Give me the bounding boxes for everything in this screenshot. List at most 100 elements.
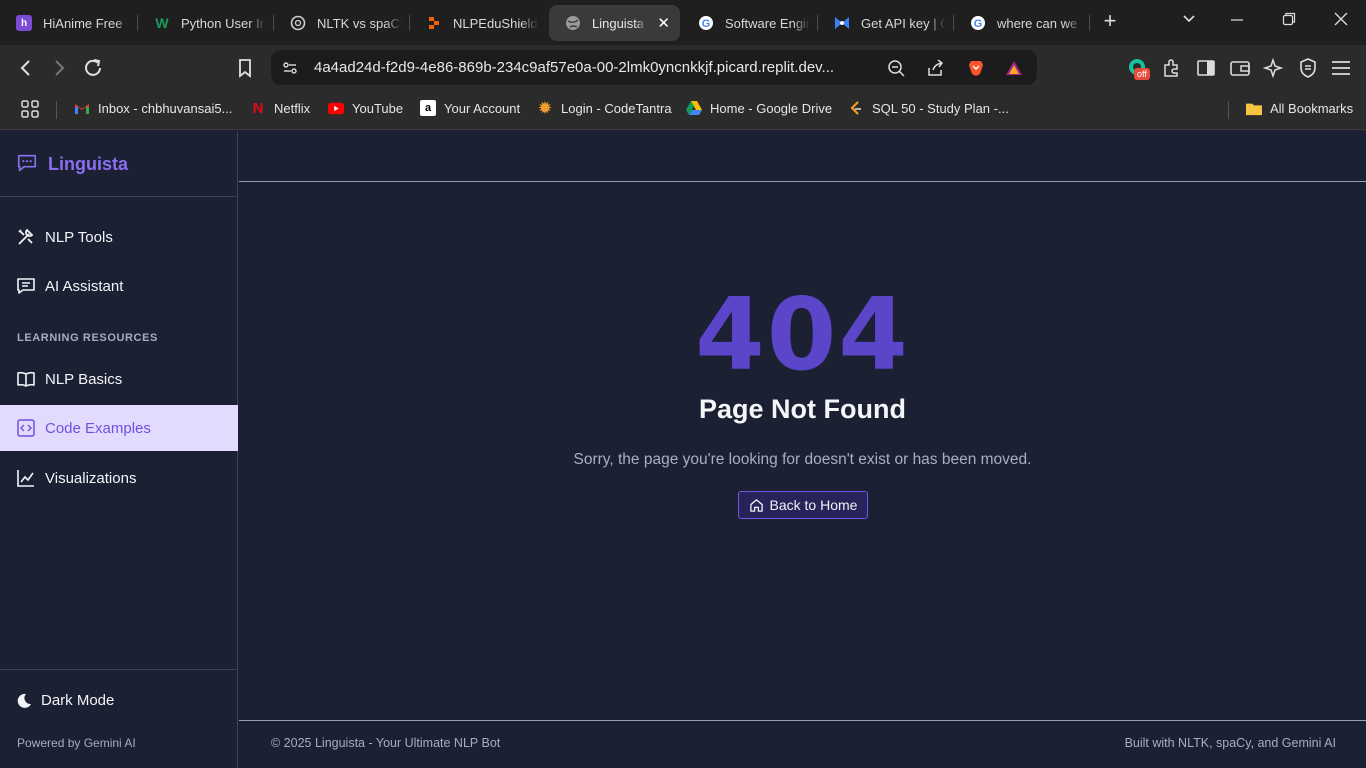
tab-search-icon[interactable] — [1182, 12, 1196, 29]
url-text[interactable]: 4a4ad24d-f2d9-4e86-869b-234c9af57e0a-00-… — [314, 59, 834, 76]
gmail-icon — [74, 100, 90, 116]
book-icon — [17, 371, 35, 387]
section-label: LEARNING RESOURCES — [17, 332, 158, 344]
bookmark-label: Inbox - chbhuvansai5... — [98, 100, 233, 116]
leo-ai-icon[interactable] — [1262, 57, 1285, 79]
chart-line-icon — [17, 470, 34, 487]
wallet-icon[interactable] — [1229, 57, 1251, 79]
bookmark-item[interactable]: ✹ Login - CodeTantra — [537, 100, 672, 117]
amazon-icon: a — [420, 100, 436, 116]
app-footer: © 2025 Linguista - Your Ultimate NLP Bot… — [239, 720, 1366, 768]
grammarly-extension-icon[interactable]: off — [1127, 57, 1150, 80]
bookmark-item[interactable]: Inbox - chbhuvansai5... — [74, 100, 232, 116]
apps-grid-icon[interactable] — [20, 99, 40, 119]
bookmark-label: Login - CodeTantra — [561, 100, 672, 116]
browser-tab-strip: h HiAnime Free W Python User In NLTK vs … — [0, 0, 1366, 45]
site-info-icon[interactable] — [281, 59, 299, 77]
bookmark-label: SQL 50 - Study Plan -... — [872, 100, 1009, 116]
tab-title: Linguista — [592, 15, 645, 31]
powered-by-text: Powered by Gemini AI — [17, 736, 136, 750]
app-logo[interactable]: Linguista — [0, 131, 238, 197]
brave-rewards-icon[interactable] — [1005, 59, 1023, 77]
tab-title: Python User In — [181, 15, 266, 31]
browser-tab[interactable]: G Software Engin — [682, 5, 818, 41]
browser-tab[interactable]: Get API key | G — [818, 5, 954, 41]
sidebar-item-label: Visualizations — [45, 469, 137, 487]
dark-mode-label: Dark Mode — [41, 692, 115, 709]
sidebar-item-nlp-tools[interactable]: NLP Tools — [0, 214, 238, 260]
extension-badge: off — [1134, 68, 1150, 80]
bookmark-item[interactable]: Home - Google Drive — [686, 100, 832, 116]
globe-icon — [565, 15, 581, 31]
moon-icon — [17, 693, 31, 708]
bookmark-icon[interactable] — [234, 57, 256, 79]
extensions-icon[interactable] — [1161, 57, 1183, 79]
sidebar: Linguista NLP Tools AI Assistant LEARNIN… — [0, 131, 238, 768]
bookmark-label: Home - Google Drive — [710, 100, 833, 116]
browser-tab[interactable]: NLTK vs spaCy — [274, 5, 410, 41]
google-icon: G — [698, 15, 714, 31]
all-bookmarks-button[interactable]: All Bookmarks — [1246, 100, 1353, 116]
reload-button[interactable] — [82, 57, 104, 79]
tab-title: NLTK vs spaCy — [317, 15, 402, 31]
replit-icon — [426, 15, 442, 31]
code-icon — [17, 419, 35, 437]
sidebar-item-code-examples[interactable]: Code Examples — [0, 405, 238, 451]
menu-icon[interactable] — [1330, 57, 1352, 79]
bookmark-label: YouTube — [352, 100, 404, 116]
forward-button[interactable] — [48, 57, 70, 79]
sidebar-toggle-icon[interactable] — [1195, 57, 1217, 79]
brave-shields-icon[interactable] — [967, 59, 985, 77]
back-to-home-label: Back to Home — [769, 497, 858, 513]
sidebar-item-ai-assistant[interactable]: AI Assistant — [0, 263, 238, 309]
close-window-button[interactable] — [1334, 12, 1348, 29]
bookmarks-bar: Inbox - chbhuvansai5... N Netflix YouTub… — [0, 91, 1366, 130]
new-tab-button[interactable]: + — [1098, 10, 1122, 34]
hianime-icon: h — [16, 15, 32, 31]
svg-text:G: G — [974, 18, 983, 30]
browser-tab[interactable]: h HiAnime Free — [0, 5, 138, 41]
leetcode-icon — [848, 100, 864, 116]
tab-title: HiAnime Free — [43, 15, 123, 31]
bookmark-item[interactable]: YouTube — [328, 100, 403, 116]
sidebar-item-label: AI Assistant — [45, 277, 124, 295]
sidebar-item-label: NLP Tools — [45, 228, 113, 246]
minimize-button[interactable] — [1230, 12, 1244, 29]
tab-title: NLPEduShield — [453, 15, 538, 31]
bookmark-label: Netflix — [274, 100, 311, 116]
browser-tab[interactable]: W Python User In — [138, 5, 274, 41]
chat-logo-icon — [17, 154, 37, 172]
browser-tab-active[interactable]: Linguista ✕ — [549, 5, 680, 41]
vpn-shield-icon[interactable] — [1297, 57, 1319, 79]
zoom-icon[interactable] — [887, 59, 905, 77]
browser-tab[interactable]: G where can we — [954, 5, 1090, 41]
sidebar-item-label: NLP Basics — [45, 370, 123, 388]
address-bar[interactable]: 4a4ad24d-f2d9-4e86-869b-234c9af57e0a-00-… — [271, 50, 1037, 85]
close-tab-icon[interactable]: ✕ — [657, 14, 670, 32]
sidebar-item-visualizations[interactable]: Visualizations — [0, 455, 238, 501]
google-icon: G — [970, 15, 986, 31]
back-button[interactable] — [15, 57, 37, 79]
tab-title: Get API key | G — [861, 15, 946, 31]
app-name: Linguista — [48, 154, 128, 174]
not-found-panel: 404 Page Not Found Sorry, the page you'r… — [239, 182, 1366, 720]
w-icon: W — [155, 15, 169, 31]
dark-mode-toggle[interactable]: Dark Mode — [16, 692, 114, 709]
back-to-home-button[interactable]: Back to Home — [738, 491, 868, 519]
sidebar-item-nlp-basics[interactable]: NLP Basics — [0, 356, 238, 402]
all-bookmarks-label: All Bookmarks — [1270, 100, 1354, 116]
error-message: Sorry, the page you're looking for doesn… — [573, 451, 1032, 468]
bookmark-label: Your Account — [444, 100, 521, 116]
svg-text:G: G — [702, 18, 711, 30]
browser-tab[interactable]: NLPEduShield — [410, 5, 546, 41]
sidebar-footer: Dark Mode Powered by Gemini AI — [0, 669, 238, 768]
bookmark-item[interactable]: N Netflix — [250, 99, 311, 117]
error-code: 404 — [695, 276, 910, 393]
share-icon[interactable] — [926, 59, 944, 77]
restore-button[interactable] — [1282, 12, 1296, 29]
netflix-icon: N — [252, 99, 264, 117]
ai-studio-icon — [834, 15, 850, 31]
bookmark-item[interactable]: SQL 50 - Study Plan -... — [848, 100, 1009, 116]
bookmark-item[interactable]: a Your Account — [420, 100, 520, 116]
copyright-text: © 2025 Linguista - Your Ultimate NLP Bot — [271, 736, 501, 750]
